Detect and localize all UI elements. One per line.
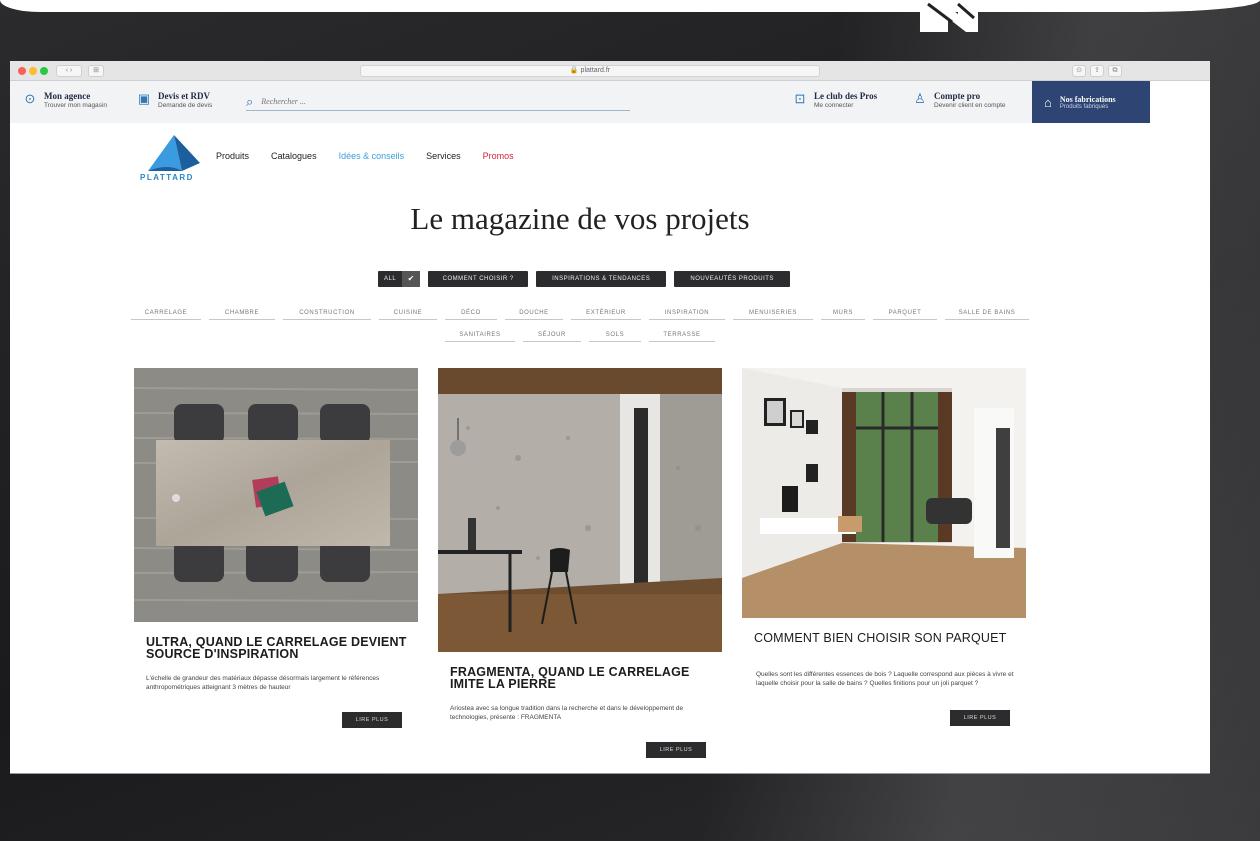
page-title: Le magazine de vos projets: [410, 201, 750, 236]
factory-icon: ⌂: [1044, 94, 1052, 110]
tag-menuiseries[interactable]: MENUISERIES: [733, 310, 813, 320]
share-icon[interactable]: ⇪: [1090, 65, 1104, 77]
nav-promos[interactable]: Promos: [483, 151, 514, 161]
clipboard-icon: ▣: [137, 91, 151, 106]
tag-exterieur[interactable]: EXTÉRIEUR: [571, 310, 641, 320]
maximize-window-button[interactable]: [40, 67, 48, 75]
filter-nouveautes[interactable]: NOUVEAUTÉS PRODUITS: [674, 271, 791, 287]
tag-sanitaires[interactable]: SANITAIRES: [445, 332, 515, 342]
search-icon[interactable]: ⌕: [246, 94, 253, 110]
tag-list-row-1: CARRELAGE CHAMBRE CONSTRUCTION CUISINE D…: [10, 310, 1150, 320]
article-card-ultra[interactable]: ULTRA, QUAND LE CARRELAGE DEVIENT SOURCE…: [134, 368, 418, 738]
article-card-fragmenta[interactable]: FRAGMENTA, QUAND LE CARRELAGE IMITE LA P…: [438, 368, 722, 758]
minimize-window-button[interactable]: [29, 67, 37, 75]
devis-link[interactable]: ▣ Devis et RDV Demande de devis: [136, 91, 212, 109]
article-title-fragmenta[interactable]: FRAGMENTA, QUAND LE CARRELAGE IMITE LA P…: [450, 666, 720, 691]
tag-list-row-2: SANITAIRES SÉJOUR SOLS TERRASSE: [10, 332, 1150, 342]
tabs-icon[interactable]: ⧉: [1108, 65, 1122, 77]
fabrications-link[interactable]: ⌂ Nos fabrications Produits fabriqués: [1032, 81, 1150, 123]
nav-idees-conseils[interactable]: Idées & conseils: [339, 151, 405, 161]
read-more-button-fragmenta[interactable]: LIRE PLUS: [646, 742, 706, 758]
club-pros-link[interactable]: ⊡ Le club des Pros Me connecter: [792, 91, 878, 109]
tag-construction[interactable]: CONSTRUCTION: [283, 310, 371, 320]
user-icon: ♙: [914, 91, 926, 106]
article-image-parquet: [742, 368, 1026, 618]
article-image-fragmenta: [438, 368, 722, 652]
tag-douche[interactable]: DOUCHE: [505, 310, 563, 320]
tag-murs[interactable]: MURS: [821, 310, 865, 320]
tag-carrelage[interactable]: CARRELAGE: [131, 310, 201, 320]
article-excerpt-ultra: L'échelle de grandeur des matériaux dépa…: [146, 675, 380, 691]
article-excerpt-parquet: Quelles sont les différentes essences de…: [756, 671, 1014, 687]
tag-sols[interactable]: SOLS: [589, 332, 641, 342]
compte-subtitle: Devenir client en compte: [934, 102, 1006, 109]
fabrications-title: Nos fabrications: [1059, 94, 1116, 104]
sidebar-toggle-icon[interactable]: ⊞: [88, 65, 104, 77]
read-more-button-ultra[interactable]: LIRE PLUS: [342, 712, 402, 728]
location-pin-icon: ⊙: [24, 91, 36, 106]
fabrications-subtitle: Produits fabriqués: [1059, 103, 1109, 110]
search-bar: ⌕: [246, 93, 630, 111]
logo-text: PLATTARD: [140, 173, 194, 182]
filter-all-label: ALL: [384, 276, 397, 282]
tag-deco[interactable]: DÉCO: [445, 310, 497, 320]
nav-services[interactable]: Services: [426, 151, 461, 161]
search-input[interactable]: [261, 97, 562, 106]
nav-catalogues[interactable]: Catalogues: [271, 151, 317, 161]
background-top: [0, 0, 1260, 12]
url-text: plattard.fr: [580, 67, 611, 74]
nav-produits[interactable]: Produits: [216, 151, 249, 161]
url-bar[interactable]: 🔒 plattard.fr: [360, 65, 820, 77]
filter-inspirations[interactable]: INSPIRATIONS & TENDANCES: [536, 271, 667, 287]
gift-icon: ⊡: [794, 91, 806, 106]
article-title-parquet[interactable]: COMMENT BIEN CHOISIR SON PARQUET: [754, 632, 1024, 645]
agence-subtitle: Trouver mon magasin: [44, 102, 107, 109]
compte-title: Compte pro: [934, 91, 981, 101]
tag-terrasse[interactable]: TERRASSE: [649, 332, 715, 342]
close-window-button[interactable]: [18, 67, 26, 75]
article-title-ultra[interactable]: ULTRA, QUAND LE CARRELAGE DEVIENT SOURCE…: [146, 636, 416, 661]
club-subtitle: Me connecter: [814, 102, 854, 109]
screen-bottom-edge: [10, 773, 1210, 774]
read-more-button-parquet[interactable]: LIRE PLUS: [950, 710, 1010, 726]
cursor-icon: [920, 0, 978, 32]
back-forward-buttons[interactable]: ‹ ›: [56, 65, 82, 77]
main-nav: Produits Catalogues Idées & conseils Ser…: [216, 151, 514, 161]
tag-inspiration[interactable]: INSPIRATION: [649, 310, 725, 320]
tag-sejour[interactable]: SÉJOUR: [523, 332, 581, 342]
agence-link[interactable]: ⊙ Mon agence Trouver mon magasin: [22, 91, 107, 109]
compte-pro-link[interactable]: ♙ Compte pro Devenir client en compte: [912, 91, 1006, 109]
download-icon[interactable]: ⊙: [1072, 65, 1086, 77]
check-icon: ✔: [402, 271, 421, 287]
club-title: Le club des Pros: [814, 91, 878, 101]
category-filters: ALL ✔ COMMENT CHOISIR ? INSPIRATIONS & T…: [378, 271, 791, 287]
tag-cuisine[interactable]: CUISINE: [379, 310, 437, 320]
article-card-parquet[interactable]: COMMENT BIEN CHOISIR SON PARQUET Quelles…: [742, 368, 1026, 738]
devis-subtitle: Demande de devis: [158, 102, 213, 109]
agence-title: Mon agence: [44, 91, 91, 101]
browser-window: ‹ › ⊞ 🔒 plattard.fr ⊙ ⇪ ⧉ ⊙ Mon agence T…: [10, 61, 1210, 774]
browser-toolbar: ‹ › ⊞ 🔒 plattard.fr ⊙ ⇪ ⧉: [10, 61, 1210, 81]
article-image-ultra: [134, 368, 418, 622]
site-utility-bar: ⊙ Mon agence Trouver mon magasin ▣ Devis…: [10, 81, 1150, 123]
tag-chambre[interactable]: CHAMBRE: [209, 310, 275, 320]
tag-salle-de-bains[interactable]: SALLE DE BAINS: [945, 310, 1029, 320]
filter-comment-choisir[interactable]: COMMENT CHOISIR ?: [428, 271, 529, 287]
tag-parquet[interactable]: PARQUET: [873, 310, 937, 320]
article-excerpt-fragmenta: Ariostea avec sa longue tradition dans l…: [450, 705, 684, 721]
filter-all-button[interactable]: ALL ✔: [378, 271, 421, 287]
devis-title: Devis et RDV: [158, 91, 210, 101]
